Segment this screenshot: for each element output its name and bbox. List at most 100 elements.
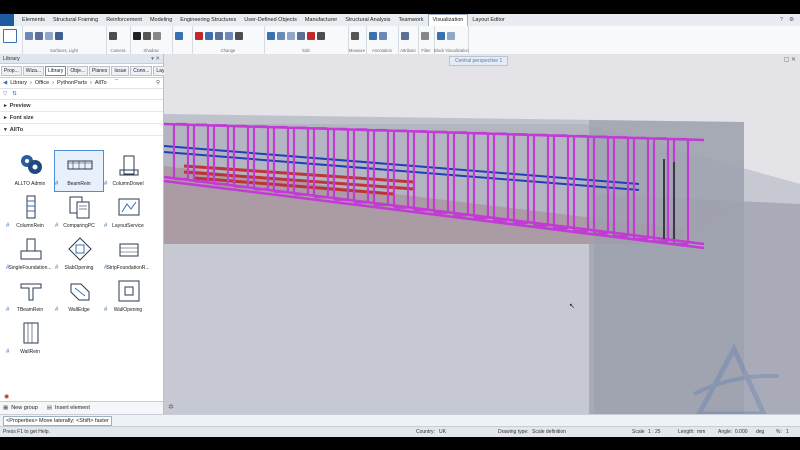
- search-icon[interactable]: ⚲: [156, 80, 160, 86]
- library-item-wallopening[interactable]: # WallOpening: [104, 277, 152, 317]
- sun-icon[interactable]: [133, 32, 141, 40]
- section-allto[interactable]: ▾ AllTo: [0, 124, 163, 136]
- tab-issues[interactable]: Issue ...: [111, 65, 130, 82]
- attribute-icon[interactable]: [401, 32, 409, 40]
- dimension-icon[interactable]: [379, 32, 387, 40]
- ribbon-label-camera: Camera: [110, 48, 126, 53]
- filter-icon[interactable]: ▽: [3, 91, 7, 97]
- tab-objects[interactable]: Obje...: [67, 65, 89, 76]
- ribbon-group-measure: Measure: [348, 26, 367, 54]
- view-icon[interactable]: [3, 29, 17, 43]
- shadow-settings-icon[interactable]: [153, 32, 161, 40]
- measure-icon[interactable]: [351, 32, 359, 40]
- tab-library[interactable]: Library: [45, 65, 67, 76]
- settings-icon[interactable]: ⚙: [789, 17, 794, 23]
- panel-footer: ▦ New group ▤ Insert element: [0, 401, 163, 414]
- shadow-icon[interactable]: [143, 32, 151, 40]
- modify-icon[interactable]: [195, 32, 203, 40]
- tab-wizards[interactable]: Wiza...: [22, 65, 45, 76]
- insert-element-icon[interactable]: ▤: [47, 405, 52, 411]
- section-preview[interactable]: ▸ Preview: [0, 100, 163, 112]
- gears-icon: [21, 155, 42, 174]
- new-group-icon[interactable]: ▦: [3, 405, 8, 411]
- tab-reinforcement[interactable]: Reinforcement: [102, 14, 146, 26]
- library-item-beamrein[interactable]: # BeamRein: [54, 150, 104, 192]
- help-icon[interactable]: ?: [780, 17, 783, 23]
- rotate-icon[interactable]: [225, 32, 233, 40]
- wall-edge-icon: [70, 283, 90, 301]
- copy-icon[interactable]: [215, 32, 223, 40]
- split-icon[interactable]: [297, 32, 305, 40]
- material-icon[interactable]: [45, 32, 53, 40]
- insert-element-button[interactable]: Insert element: [55, 405, 90, 411]
- tab-teamwork[interactable]: Teamwork: [394, 14, 427, 26]
- text-icon[interactable]: [369, 32, 377, 40]
- render-icon[interactable]: [175, 32, 183, 40]
- stretch-icon[interactable]: [287, 32, 295, 40]
- library-item-comparingpc[interactable]: # ComparingPC: [55, 193, 103, 233]
- tab-user-defined-objects[interactable]: User-Defined Objects: [240, 14, 301, 26]
- mouse-cursor-icon: ↖: [569, 303, 575, 310]
- filter-ribbon-icon[interactable]: [421, 32, 429, 40]
- tab-visualization[interactable]: Visualization: [427, 14, 469, 26]
- tab-structural-analysis[interactable]: Structural Analysis: [341, 14, 394, 26]
- section-font-size-label: Font size: [9, 114, 34, 121]
- panel-pin-close[interactable]: ▾ ✕: [151, 56, 160, 62]
- 3d-viewport[interactable]: Central perspective 1 ▢ ✕ ✲ ↖: [164, 54, 800, 414]
- new-group-button[interactable]: New group: [11, 405, 38, 411]
- breadcrumb-allto[interactable]: AllTo: [95, 80, 107, 86]
- breadcrumb-library[interactable]: Library: [10, 80, 27, 86]
- delete-icon[interactable]: [307, 32, 315, 40]
- camera-icon[interactable]: [109, 32, 117, 40]
- library-panel: Library ▾ ✕ Prop... Wiza... Library Obje…: [0, 54, 175, 414]
- library-item-walledge[interactable]: # WallEdge: [55, 277, 103, 317]
- mirror-icon[interactable]: [235, 32, 243, 40]
- ribbon-label-annotation: Annotation: [371, 48, 393, 53]
- panel-tabs: Prop... Wiza... Library Obje... Planes I…: [0, 64, 175, 82]
- record-icon[interactable]: ◉: [4, 393, 9, 400]
- join-icon[interactable]: [317, 32, 325, 40]
- ribbon-group-annotation: Annotation: [366, 26, 399, 54]
- library-item-wallrein[interactable]: # WallRein: [6, 319, 54, 359]
- tab-planes[interactable]: Planes: [89, 65, 111, 76]
- library-item-columndowel[interactable]: # ColumnDowel: [104, 151, 152, 191]
- breadcrumb: ◀ Library › Office › PythonParts › AllTo ⚲: [0, 78, 163, 89]
- ribbon-label-attribute: Attribute: [400, 48, 416, 53]
- wall-rebar-icon: [23, 322, 39, 344]
- section-font-size[interactable]: ▸ Font size: [0, 112, 163, 124]
- block-settings-icon[interactable]: [447, 32, 455, 40]
- allplan-logo[interactable]: [0, 14, 14, 26]
- light-icon[interactable]: [35, 32, 43, 40]
- viewport-window-controls[interactable]: ▢ ✕: [784, 56, 796, 63]
- tab-layout-editor[interactable]: Layout Editor: [468, 14, 508, 26]
- align-icon[interactable]: [277, 32, 285, 40]
- library-item-allto-admin[interactable]: ALLTO Admin: [6, 151, 54, 191]
- library-item-tbeamrein[interactable]: # TBeamRein: [6, 277, 54, 317]
- panel-title-bar: Library ▾ ✕: [0, 54, 163, 64]
- breadcrumb-office[interactable]: Office: [35, 80, 49, 86]
- library-item-layoutservice[interactable]: # LayoutService: [104, 193, 152, 233]
- texture-icon[interactable]: [55, 32, 63, 40]
- viewport-tab[interactable]: Central perspective 1: [449, 56, 509, 66]
- breadcrumb-pythonparts[interactable]: PythonParts: [57, 80, 87, 86]
- edit-icon[interactable]: [267, 32, 275, 40]
- tab-manufacturer[interactable]: Manufacturer: [301, 14, 341, 26]
- tab-elements[interactable]: Elements: [18, 14, 49, 26]
- back-arrow-icon[interactable]: ◀: [3, 80, 7, 86]
- library-item-stripfoundation[interactable]: # StripFoundationR...: [104, 235, 152, 275]
- block-icon[interactable]: [437, 32, 445, 40]
- library-item-columnrein[interactable]: # ColumnRein: [6, 193, 54, 233]
- sort-icon[interactable]: ⇅: [12, 91, 17, 97]
- tab-connect[interactable]: Conn...: [130, 65, 153, 76]
- library-item-label: ColumnRein: [16, 223, 44, 229]
- tab-engineering-structures[interactable]: Engineering Structures: [176, 14, 240, 26]
- library-item-singlefoundation[interactable]: # SingleFoundation...: [6, 235, 54, 275]
- library-item-slabopening[interactable]: # SlabOpening: [55, 235, 103, 275]
- tab-modeling[interactable]: Modeling: [146, 14, 176, 26]
- ribbon-group-camera: Camera: [106, 26, 131, 54]
- tab-structural-framing[interactable]: Structural Framing: [49, 14, 102, 26]
- compass-icon[interactable]: ✲: [168, 403, 174, 411]
- tab-properties[interactable]: Prop...: [1, 65, 22, 76]
- surface-icon[interactable]: [25, 32, 33, 40]
- transform-icon[interactable]: [205, 32, 213, 40]
